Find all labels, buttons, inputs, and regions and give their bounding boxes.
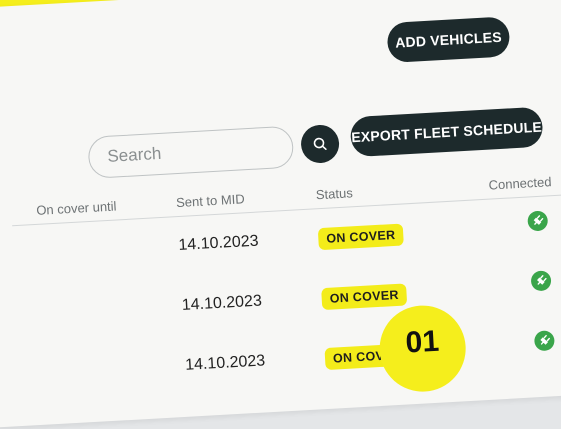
- column-header-connected: Connected: [488, 174, 552, 193]
- plug-icon: [533, 215, 544, 225]
- sent-to-mid-date: 14.10.2023: [178, 232, 259, 255]
- status-badge: ON COVER: [321, 283, 408, 311]
- sent-to-mid-date: 14.10.2023: [184, 352, 266, 374]
- sent-to-mid-date: 14.10.2023: [181, 292, 263, 314]
- column-header-on-cover-until: On cover until: [35, 198, 117, 218]
- plug-icon: [540, 334, 550, 345]
- status-badge: ON COVER: [317, 223, 404, 251]
- search-placeholder: Search: [106, 143, 162, 166]
- search-input[interactable]: Search: [87, 125, 295, 179]
- column-header-sent-to-mid: Sent to MID: [175, 191, 246, 211]
- plug-icon: [537, 275, 547, 285]
- connected-indicator: [527, 210, 549, 232]
- export-fleet-schedule-button[interactable]: EXPORT FLEET SCHEDULE: [349, 106, 544, 158]
- column-header-status: Status: [315, 185, 354, 203]
- search-button[interactable]: [300, 123, 341, 165]
- connected-indicator: [533, 330, 555, 352]
- add-vehicles-button[interactable]: ADD VEHICLES: [386, 16, 511, 64]
- search-icon: [313, 137, 327, 150]
- fleet-panel: ADD VEHICLES EXPORT FLEET SCHEDULE Searc…: [0, 0, 561, 429]
- connected-indicator: [530, 270, 552, 292]
